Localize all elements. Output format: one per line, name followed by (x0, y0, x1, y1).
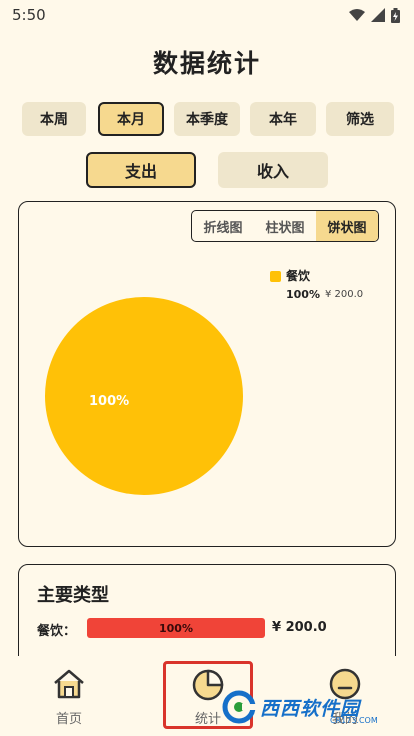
period-month-button[interactable]: 本月 (98, 102, 164, 136)
nav-home[interactable]: 首页 (24, 656, 114, 736)
tab-pie-chart[interactable]: 饼状图 (316, 211, 378, 241)
battery-icon (391, 7, 400, 23)
status-icons (349, 7, 400, 23)
pie-chart-svg: 100% (45, 297, 243, 495)
filter-button[interactable]: 筛选 (326, 102, 394, 136)
chart-card: 折线图 柱状图 饼状图 餐饮 100% ¥ 200.0 100% (18, 201, 396, 547)
status-bar: 5:50 (0, 0, 414, 30)
tab-bar-chart[interactable]: 柱状图 (254, 211, 316, 241)
category-label: 餐饮： (37, 624, 77, 639)
home-icon (54, 669, 84, 699)
category-bar-percent: 100% (159, 621, 193, 635)
page-title: 数据统计 (152, 49, 261, 78)
signal-icon (371, 8, 385, 22)
legend-percent: 100% (286, 288, 320, 301)
period-quarter-button[interactable]: 本季度 (174, 102, 240, 136)
wifi-icon (349, 9, 365, 21)
pie-chart-icon (192, 669, 224, 701)
watermark-logo-icon (222, 690, 256, 724)
legend-amount: ¥ 200.0 (325, 289, 364, 300)
watermark: 西西软件园 CR173.COM (222, 687, 392, 727)
summary-title: 主要类型 (37, 585, 109, 606)
income-tab[interactable]: 收入 (218, 152, 328, 188)
category-bar: 100% (87, 618, 265, 638)
status-time: 5:50 (12, 6, 46, 24)
legend-label: 餐饮 (286, 269, 311, 283)
category-amount: ¥ 200.0 (272, 620, 327, 635)
pie-slice[interactable] (45, 297, 243, 495)
legend-swatch (270, 271, 281, 282)
chart-type-switcher: 折线图 柱状图 饼状图 (191, 210, 379, 242)
expense-tab[interactable]: 支出 (86, 152, 196, 188)
nav-home-label: 首页 (55, 712, 82, 727)
pie-slice-label: 100% (89, 394, 129, 409)
period-year-button[interactable]: 本年 (250, 102, 316, 136)
tab-line-chart[interactable]: 折线图 (192, 211, 254, 241)
period-week-button[interactable]: 本周 (22, 102, 86, 136)
watermark-sub: CR173.COM (330, 716, 378, 725)
pie-chart: 100% (44, 296, 244, 496)
